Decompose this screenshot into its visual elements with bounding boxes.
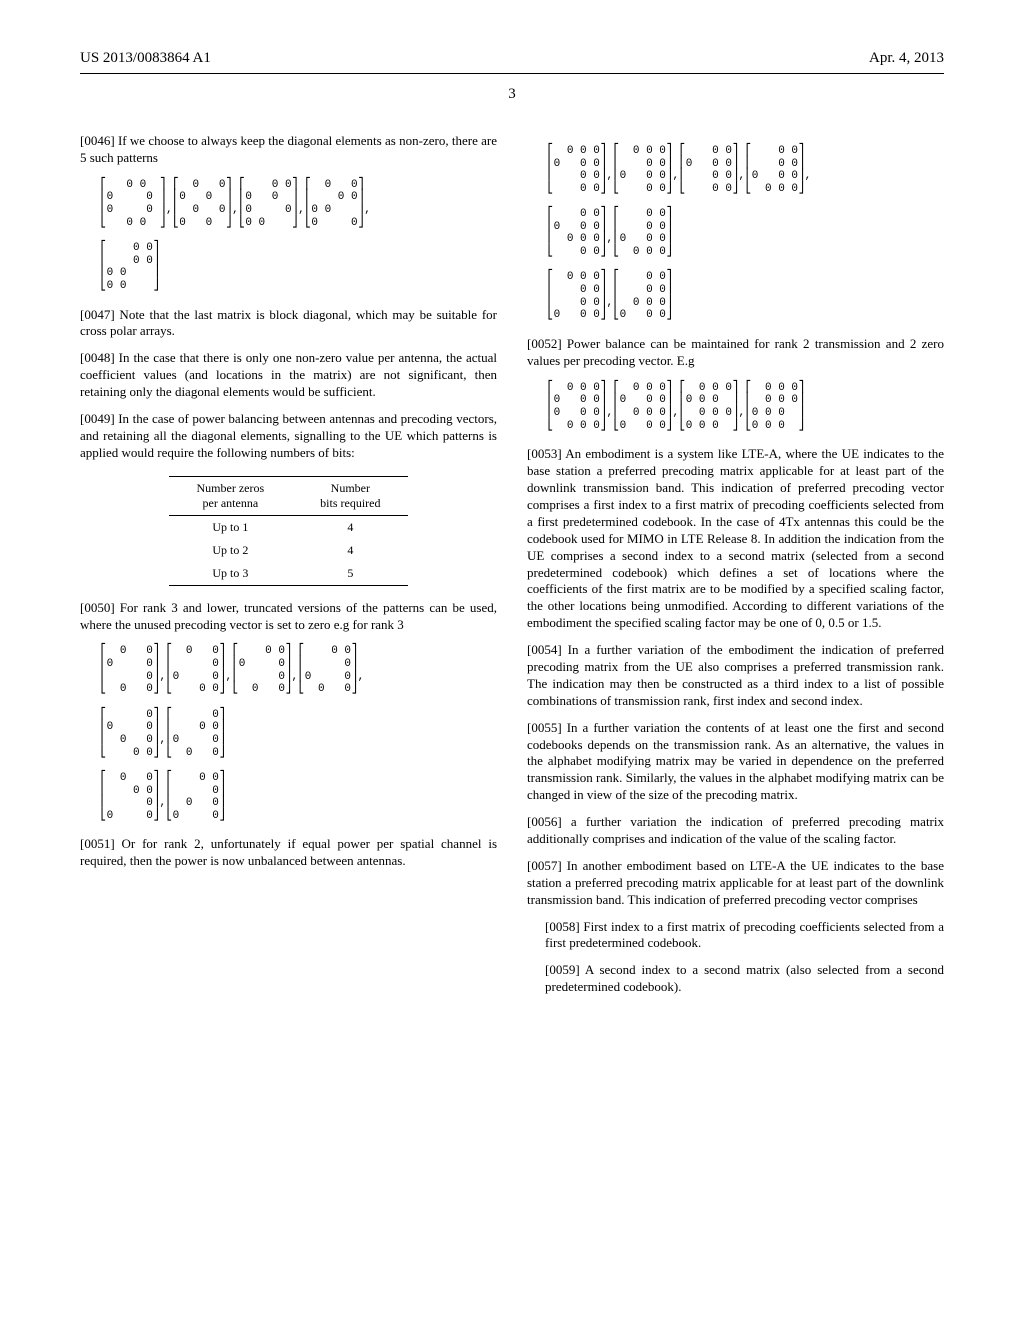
two-column-layout: [0046] If we choose to always keep the d… — [80, 133, 944, 1006]
paragraph-0055: [0055] In a further variation the conten… — [527, 720, 944, 804]
right-column: ⎡ 0 0 0⎤ ⎡ 0 0 0⎤ ⎡ 0 0⎤ ⎡ 0 0⎤ ⎢0 0 0⎥ … — [527, 133, 944, 1006]
table-cell: Up to 1 — [169, 515, 293, 539]
paragraph-0047: [0047] Note that the last matrix is bloc… — [80, 307, 497, 341]
table-cell: Up to 2 — [169, 539, 293, 562]
paragraph-0050: [0050] For rank 3 and lower, truncated v… — [80, 600, 497, 634]
paragraph-0053: [0053] An embodiment is a system like LT… — [527, 446, 944, 632]
table-row: Up to 3 5 — [169, 562, 409, 586]
page-number: 3 — [80, 86, 944, 103]
matrix-set-diagonal-nonzero: ⎡ 0 0 ⎤ ⎡ 0 0⎤ ⎡ 0 0⎤ ⎡ 0 0⎤ ⎢0 0 ⎥ ⎢0 0… — [100, 179, 497, 293]
table-header-bits: Number bits required — [292, 476, 408, 515]
header-rule — [80, 73, 944, 74]
table-cell: 4 — [292, 515, 408, 539]
table-cell: Up to 3 — [169, 562, 293, 586]
table-row: Up to 1 4 — [169, 515, 409, 539]
patent-page: US 2013/0083864 A1 Apr. 4, 2013 3 [0046]… — [0, 0, 1024, 1046]
paragraph-0046: [0046] If we choose to always keep the d… — [80, 133, 497, 167]
paragraph-0051: [0051] Or for rank 2, unfortunately if e… — [80, 836, 497, 870]
paragraph-0049: [0049] In the case of power balancing be… — [80, 411, 497, 462]
publication-date: Apr. 4, 2013 — [869, 50, 944, 67]
table-row: Up to 2 4 — [169, 539, 409, 562]
paragraph-0054: [0054] In a further variation of the emb… — [527, 642, 944, 710]
paragraph-0052: [0052] Power balance can be maintained f… — [527, 336, 944, 370]
paragraph-0058: [0058] First index to a first matrix of … — [527, 919, 944, 953]
table-header-row: Number zeros per antenna Number bits req… — [169, 476, 409, 515]
table-header-zeros: Number zeros per antenna — [169, 476, 293, 515]
table-cell: 4 — [292, 539, 408, 562]
publication-number: US 2013/0083864 A1 — [80, 50, 211, 67]
paragraph-0056: [0056] a further variation the indicatio… — [527, 814, 944, 848]
table-cell: 5 — [292, 562, 408, 586]
matrix-set-rank2-balanced: ⎡ 0 0 0⎤ ⎡ 0 0 0⎤ ⎡ 0 0 0⎤ ⎡ 0 0 0⎤ ⎢0 0… — [547, 382, 944, 433]
matrix-set-rank2-unbalanced: ⎡ 0 0 0⎤ ⎡ 0 0 0⎤ ⎡ 0 0⎤ ⎡ 0 0⎤ ⎢0 0 0⎥ … — [547, 145, 944, 322]
paragraph-0048: [0048] In the case that there is only on… — [80, 350, 497, 401]
bits-required-table: Number zeros per antenna Number bits req… — [169, 476, 409, 586]
paragraph-0057: [0057] In another embodiment based on LT… — [527, 858, 944, 909]
matrix-set-rank3: ⎡ 0 0⎤ ⎡ 0 0⎤ ⎡ 0 0⎤ ⎡ 0 0⎤ ⎢0 0⎥ ⎢ 0⎥ ⎢… — [100, 645, 497, 822]
paragraph-0059: [0059] A second index to a second matrix… — [527, 962, 944, 996]
page-header: US 2013/0083864 A1 Apr. 4, 2013 — [80, 50, 944, 67]
left-column: [0046] If we choose to always keep the d… — [80, 133, 497, 1006]
